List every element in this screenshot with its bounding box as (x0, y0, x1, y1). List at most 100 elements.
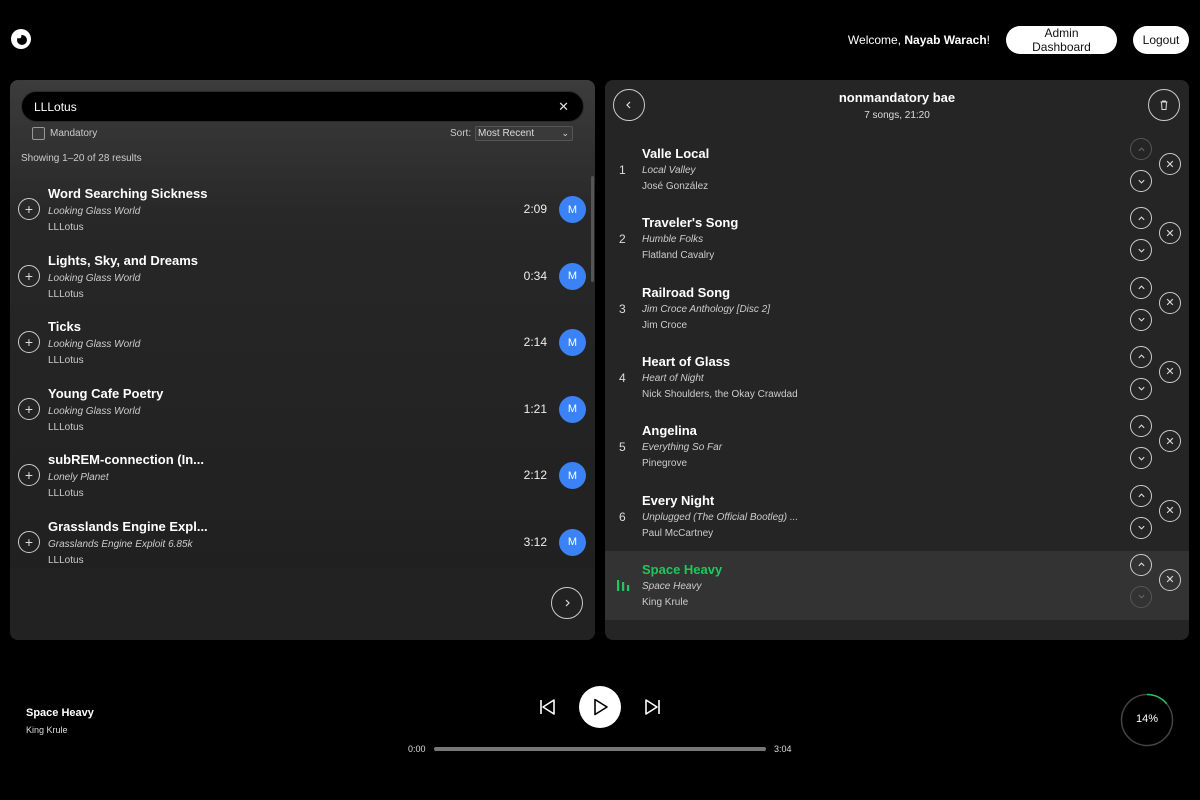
progress-percent: 14% (1135, 713, 1159, 725)
result-artist: LLLotus (48, 421, 84, 433)
mandatory-checkbox[interactable] (32, 127, 45, 140)
move-down-button[interactable] (1130, 170, 1152, 192)
previous-track-button[interactable] (536, 696, 558, 718)
close-icon: ✕ (1165, 227, 1175, 240)
playlist-track-row[interactable]: 1 Valle Local Local Valley José González ✕ (605, 135, 1189, 204)
result-row[interactable]: + Young Cafe Poetry Looking Glass World LLL… (10, 376, 595, 442)
move-down-button[interactable] (1130, 447, 1152, 470)
move-up-button[interactable] (1130, 484, 1152, 507)
remove-track-button[interactable]: ✕ (1159, 568, 1181, 591)
sort-select[interactable]: Most Recent ⌄ (475, 126, 573, 141)
remove-track-button[interactable]: ✕ (1159, 499, 1181, 522)
add-to-playlist-button[interactable]: + (18, 397, 40, 420)
results-scrollbar[interactable] (591, 176, 594, 282)
result-artist: LLLotus (48, 222, 84, 233)
app-logo-icon[interactable] (10, 28, 32, 50)
sort-label: Sort: (450, 128, 472, 139)
move-up-button[interactable] (1130, 345, 1152, 368)
chevron-down-icon (1137, 525, 1145, 530)
track-title: Railroad Song (642, 284, 731, 300)
close-icon: ✕ (1165, 297, 1175, 310)
move-up-button[interactable] (1130, 138, 1152, 160)
mandatory-badge[interactable]: M (559, 462, 586, 489)
move-down-button[interactable] (1130, 516, 1152, 539)
mandatory-badge[interactable]: M (559, 528, 586, 556)
add-to-playlist-button[interactable]: + (18, 331, 40, 353)
admin-dashboard-button[interactable]: Admin Dashboard (1006, 26, 1117, 54)
chevron-up-icon (1137, 562, 1145, 567)
remove-track-button[interactable]: ✕ (1159, 291, 1181, 314)
track-artist: José González (642, 181, 709, 192)
playlist-track-row[interactable]: 3 Railroad Song Jim Croce Anthology [Disc … (605, 274, 1189, 343)
move-up-button[interactable] (1130, 415, 1152, 438)
playlist-track-row[interactable]: Space Heavy Space Heavy King Krule ✕ (605, 550, 1189, 620)
chevron-down-icon (1137, 595, 1145, 599)
playlist-track-row[interactable]: 2 Traveler's Song Humble Folks Flatland Cav… (605, 204, 1189, 273)
result-title: Word Searching Sickness (48, 186, 208, 201)
track-artist: Paul McCartney (642, 527, 714, 539)
remove-track-button[interactable]: ✕ (1159, 360, 1181, 383)
result-row[interactable]: + Grasslands Engine Expl... Grasslands Eng… (10, 509, 595, 569)
chevron-down-icon (1137, 317, 1145, 322)
result-row[interactable]: + Lights, Sky, and Dreams Looking Glass Wo… (10, 243, 595, 309)
welcome-text: Welcome, Nayab Warach! (847, 33, 990, 47)
next-page-button[interactable] (551, 587, 583, 619)
track-album: Everything So Far (642, 442, 723, 454)
result-row[interactable]: + subREM-connection (In... Lonely Planet LL… (10, 442, 595, 508)
logout-button[interactable]: Logout (1133, 26, 1189, 54)
chevron-up-icon (1137, 216, 1145, 221)
delete-playlist-button[interactable] (1148, 89, 1180, 121)
move-up-button[interactable] (1130, 553, 1152, 576)
plus-icon: + (24, 533, 34, 550)
result-row[interactable]: + Ticks Looking Glass World LLLotus 2:14 M (10, 309, 595, 375)
track-artist: Pinegrove (642, 458, 688, 470)
total-time: 3:04 (774, 744, 792, 754)
mandatory-badge[interactable]: M (559, 395, 586, 423)
mandatory-badge[interactable]: M (559, 262, 586, 290)
progress-bar[interactable] (434, 747, 766, 751)
next-track-button[interactable] (642, 696, 664, 718)
results-footer (10, 568, 595, 640)
plus-icon: + (24, 334, 34, 350)
move-up-button[interactable] (1130, 276, 1152, 299)
move-down-button[interactable] (1130, 377, 1152, 400)
sort-value: Most Recent (478, 128, 535, 139)
playlist-track-row[interactable]: 6 Every Night Unplugged (The Official Boot… (605, 482, 1189, 551)
move-down-button[interactable] (1130, 308, 1152, 331)
mandatory-badge[interactable]: M (559, 329, 586, 356)
result-album: Lonely Planet (48, 472, 109, 483)
result-row[interactable]: + Word Searching Sickness Looking Glass Wo… (10, 176, 595, 242)
remove-track-button[interactable]: ✕ (1159, 430, 1181, 453)
now-playing-artist: King Krule (26, 725, 68, 735)
track-artist: Flatland Cavalry (642, 250, 715, 262)
close-icon: ✕ (1165, 158, 1175, 171)
add-to-playlist-button[interactable]: + (18, 198, 40, 220)
playlist-track-row[interactable]: 4 Heart of Glass Heart of Night Nick Should… (605, 343, 1189, 412)
mandatory-badge[interactable]: M (559, 196, 586, 223)
chevron-up-icon (1137, 354, 1145, 359)
track-album: Humble Folks (642, 234, 704, 246)
result-artist: LLLotus (48, 488, 84, 499)
track-album: Space Heavy (642, 580, 702, 592)
track-artist: Nick Shoulders, the Okay Crawdad (642, 388, 798, 400)
play-icon (594, 698, 608, 716)
remove-track-button[interactable]: ✕ (1159, 153, 1181, 175)
clear-search-icon[interactable]: ✕ (558, 99, 569, 115)
remove-track-button[interactable]: ✕ (1159, 222, 1181, 245)
search-input[interactable] (34, 92, 534, 121)
track-title: Every Night (642, 492, 715, 508)
track-title: Angelina (642, 423, 697, 439)
playlist-track-row[interactable]: 5 Angelina Everything So Far Pinegrove ✕ (605, 412, 1189, 481)
add-to-playlist-button[interactable]: + (18, 464, 40, 486)
close-icon: ✕ (1165, 366, 1175, 379)
result-title: subREM-connection (In... (48, 452, 204, 467)
move-down-button[interactable] (1130, 585, 1152, 608)
move-down-button[interactable] (1130, 239, 1152, 262)
chevron-right-icon (565, 599, 570, 607)
add-to-playlist-button[interactable]: + (18, 264, 40, 287)
add-to-playlist-button[interactable]: + (18, 530, 40, 553)
results-list: + Word Searching Sickness Looking Glass Wo… (10, 176, 595, 568)
result-title: Lights, Sky, and Dreams (48, 252, 199, 268)
play-button[interactable] (579, 686, 621, 728)
move-up-button[interactable] (1130, 207, 1152, 230)
